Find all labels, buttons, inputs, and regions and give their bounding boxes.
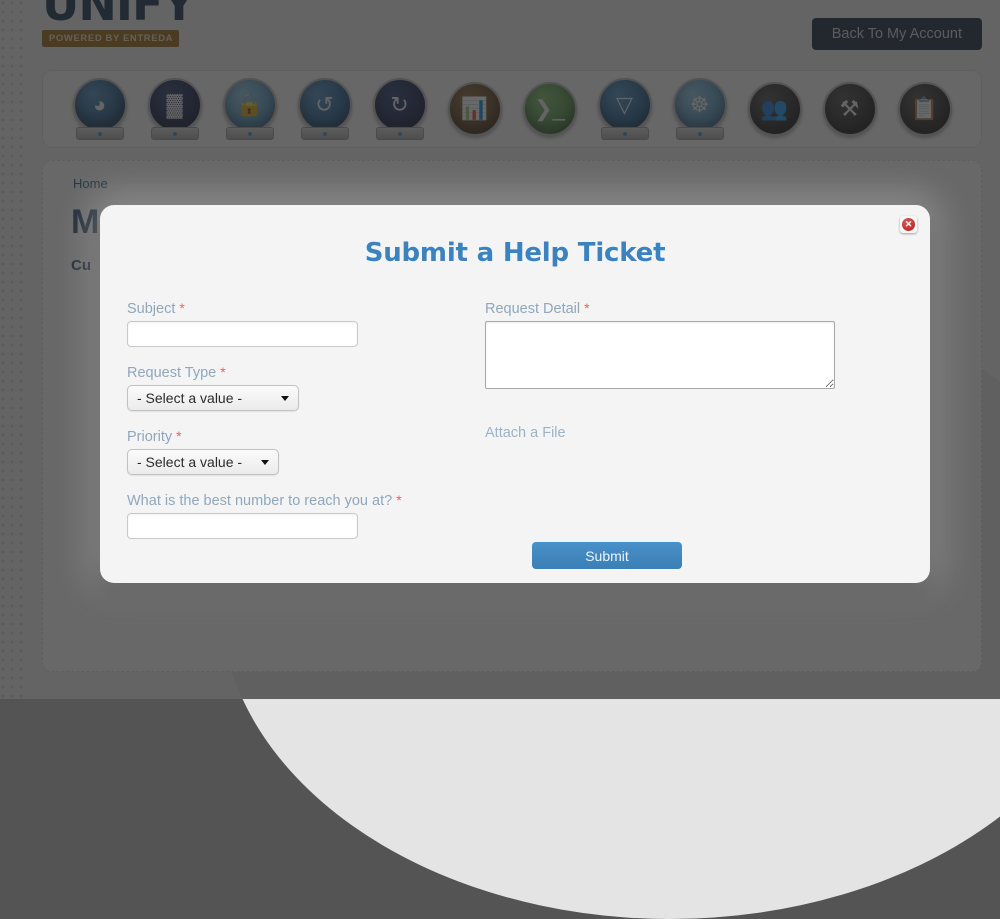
help-ticket-form: Subject * Request Type * - Select a valu… <box>100 300 930 583</box>
required-marker: * <box>220 364 225 380</box>
required-marker: * <box>176 428 181 444</box>
priority-label: Priority * <box>127 428 477 445</box>
subject-label: Subject * <box>127 300 477 317</box>
attach-a-file-link[interactable]: Attach a File <box>485 425 566 441</box>
request-detail-label-text: Request Detail <box>485 301 580 317</box>
priority-field-group: Priority * - Select a value - <box>127 428 477 475</box>
priority-label-text: Priority <box>127 429 172 445</box>
phone-label-text: What is the best number to reach you at? <box>127 493 392 509</box>
required-marker: * <box>179 300 184 316</box>
request-type-field-group: Request Type * - Select a value - <box>127 364 477 411</box>
request-type-select[interactable]: - Select a value - <box>127 385 299 411</box>
subject-input[interactable] <box>127 321 358 347</box>
submit-button[interactable]: Submit <box>532 542 682 569</box>
required-marker: * <box>396 492 401 508</box>
priority-select-wrap: - Select a value - <box>127 449 279 475</box>
request-type-label: Request Type * <box>127 364 477 381</box>
modal-title: Submit a Help Ticket <box>100 205 930 268</box>
request-detail-label: Request Detail * <box>485 300 855 317</box>
close-glyph: ✕ <box>902 218 915 231</box>
request-type-select-wrap: - Select a value - <box>127 385 299 411</box>
required-marker: * <box>584 300 589 316</box>
priority-select[interactable]: - Select a value - <box>127 449 279 475</box>
request-type-label-text: Request Type <box>127 365 216 381</box>
form-column-left: Subject * Request Type * - Select a valu… <box>127 300 477 556</box>
phone-field-group: What is the best number to reach you at?… <box>127 492 477 539</box>
request-detail-textarea[interactable] <box>485 321 835 389</box>
phone-input[interactable] <box>127 513 358 539</box>
subject-label-text: Subject <box>127 301 175 317</box>
help-ticket-modal: ✕ Submit a Help Ticket Subject * Request… <box>100 205 930 583</box>
close-icon[interactable]: ✕ <box>900 216 917 233</box>
form-column-right: Request Detail * Attach a File <box>485 300 855 442</box>
subject-field-group: Subject * <box>127 300 477 347</box>
phone-label: What is the best number to reach you at?… <box>127 492 477 509</box>
request-detail-field-group: Request Detail * <box>485 300 855 394</box>
